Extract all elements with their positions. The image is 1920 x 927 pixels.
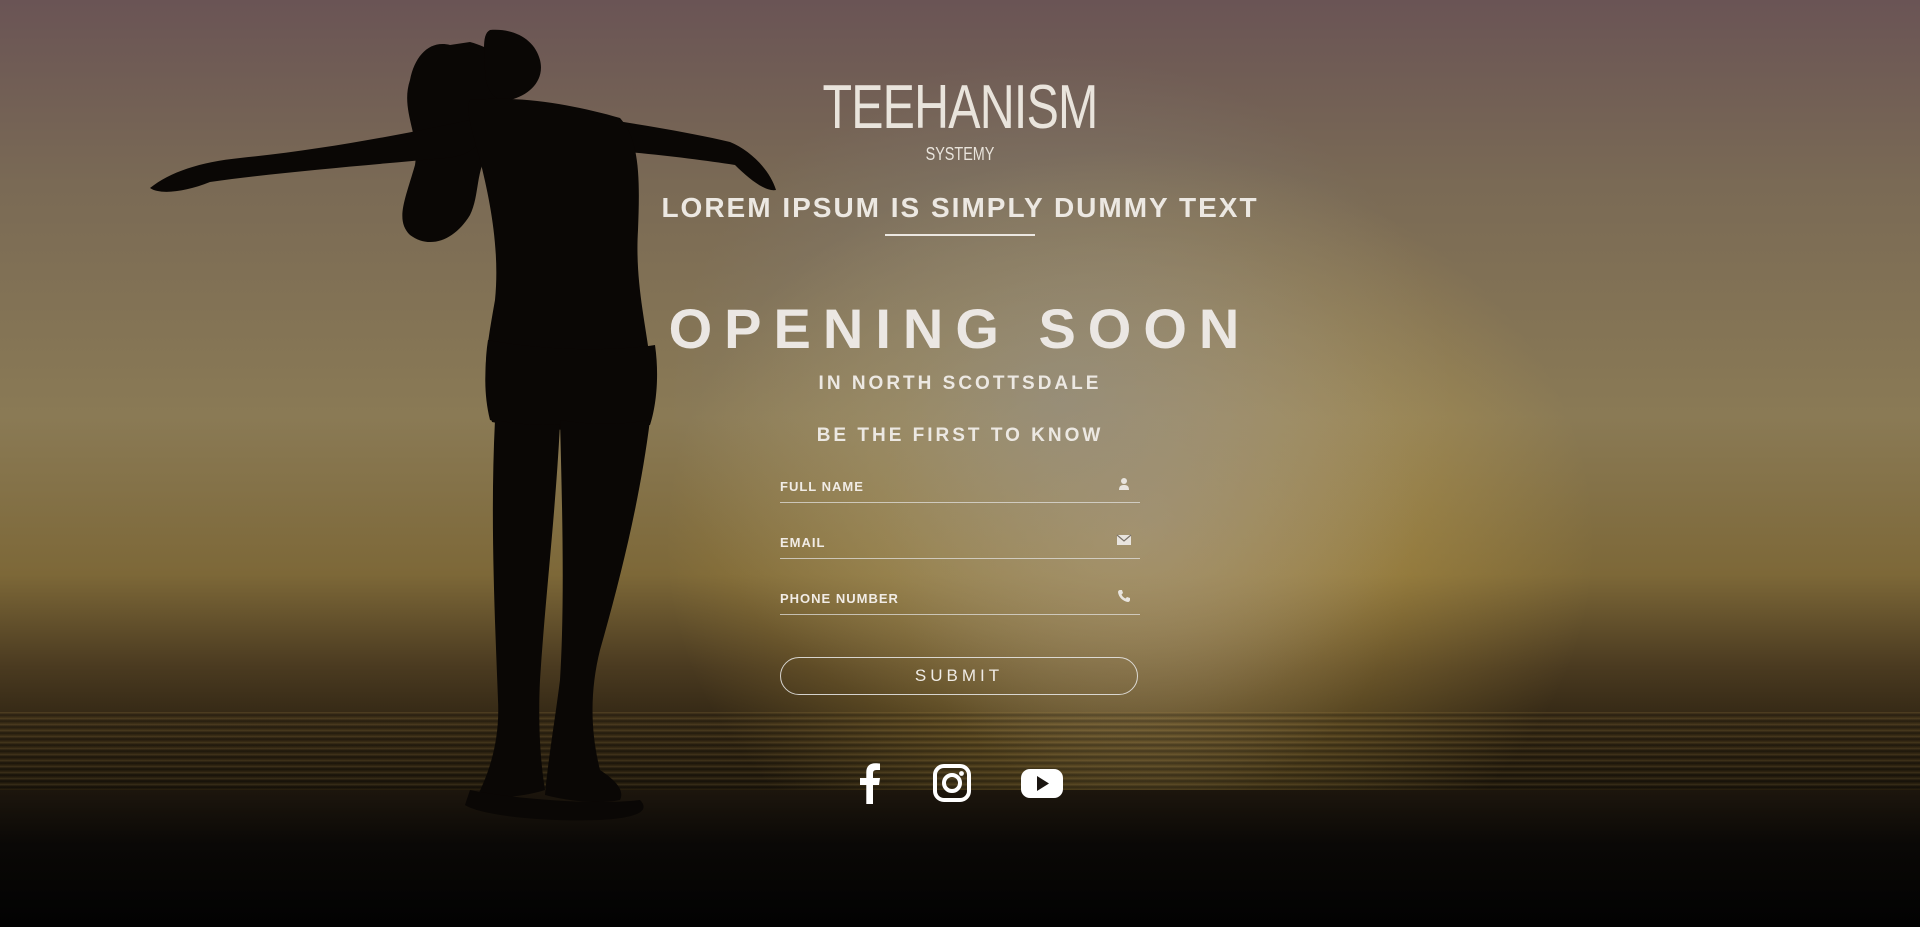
landing-content: TEEHANISM SYSTEMY LOREM IPSUM IS SIMPLY … xyxy=(0,0,1920,927)
envelope-icon xyxy=(1116,534,1132,545)
full-name-field-wrapper xyxy=(780,470,1140,503)
email-input[interactable] xyxy=(780,530,1100,554)
phone-number-input[interactable] xyxy=(780,586,1100,610)
full-name-input[interactable] xyxy=(780,474,1100,498)
facebook-icon[interactable] xyxy=(856,762,882,804)
location-subheading: IN NORTH SCOTTSDALE xyxy=(818,373,1102,394)
phone-icon xyxy=(1118,590,1130,602)
tagline: LOREM IPSUM IS SIMPLY DUMMY TEXT xyxy=(661,192,1259,223)
opening-soon-headline: OPENING SOON xyxy=(668,297,1252,360)
user-icon xyxy=(1119,478,1129,490)
brand-subtitle: SYSTEMY xyxy=(925,144,995,164)
submit-button[interactable]: SUBMIT xyxy=(780,657,1138,695)
phone-field-wrapper xyxy=(780,582,1140,615)
signup-heading: BE THE FIRST TO KNOW xyxy=(816,425,1104,446)
tagline-underline xyxy=(885,234,1035,236)
email-field-wrapper xyxy=(780,526,1140,559)
instagram-icon[interactable] xyxy=(933,762,971,804)
youtube-icon[interactable] xyxy=(1020,762,1064,804)
brand-logo-text: TEEHANISM xyxy=(822,73,1098,142)
